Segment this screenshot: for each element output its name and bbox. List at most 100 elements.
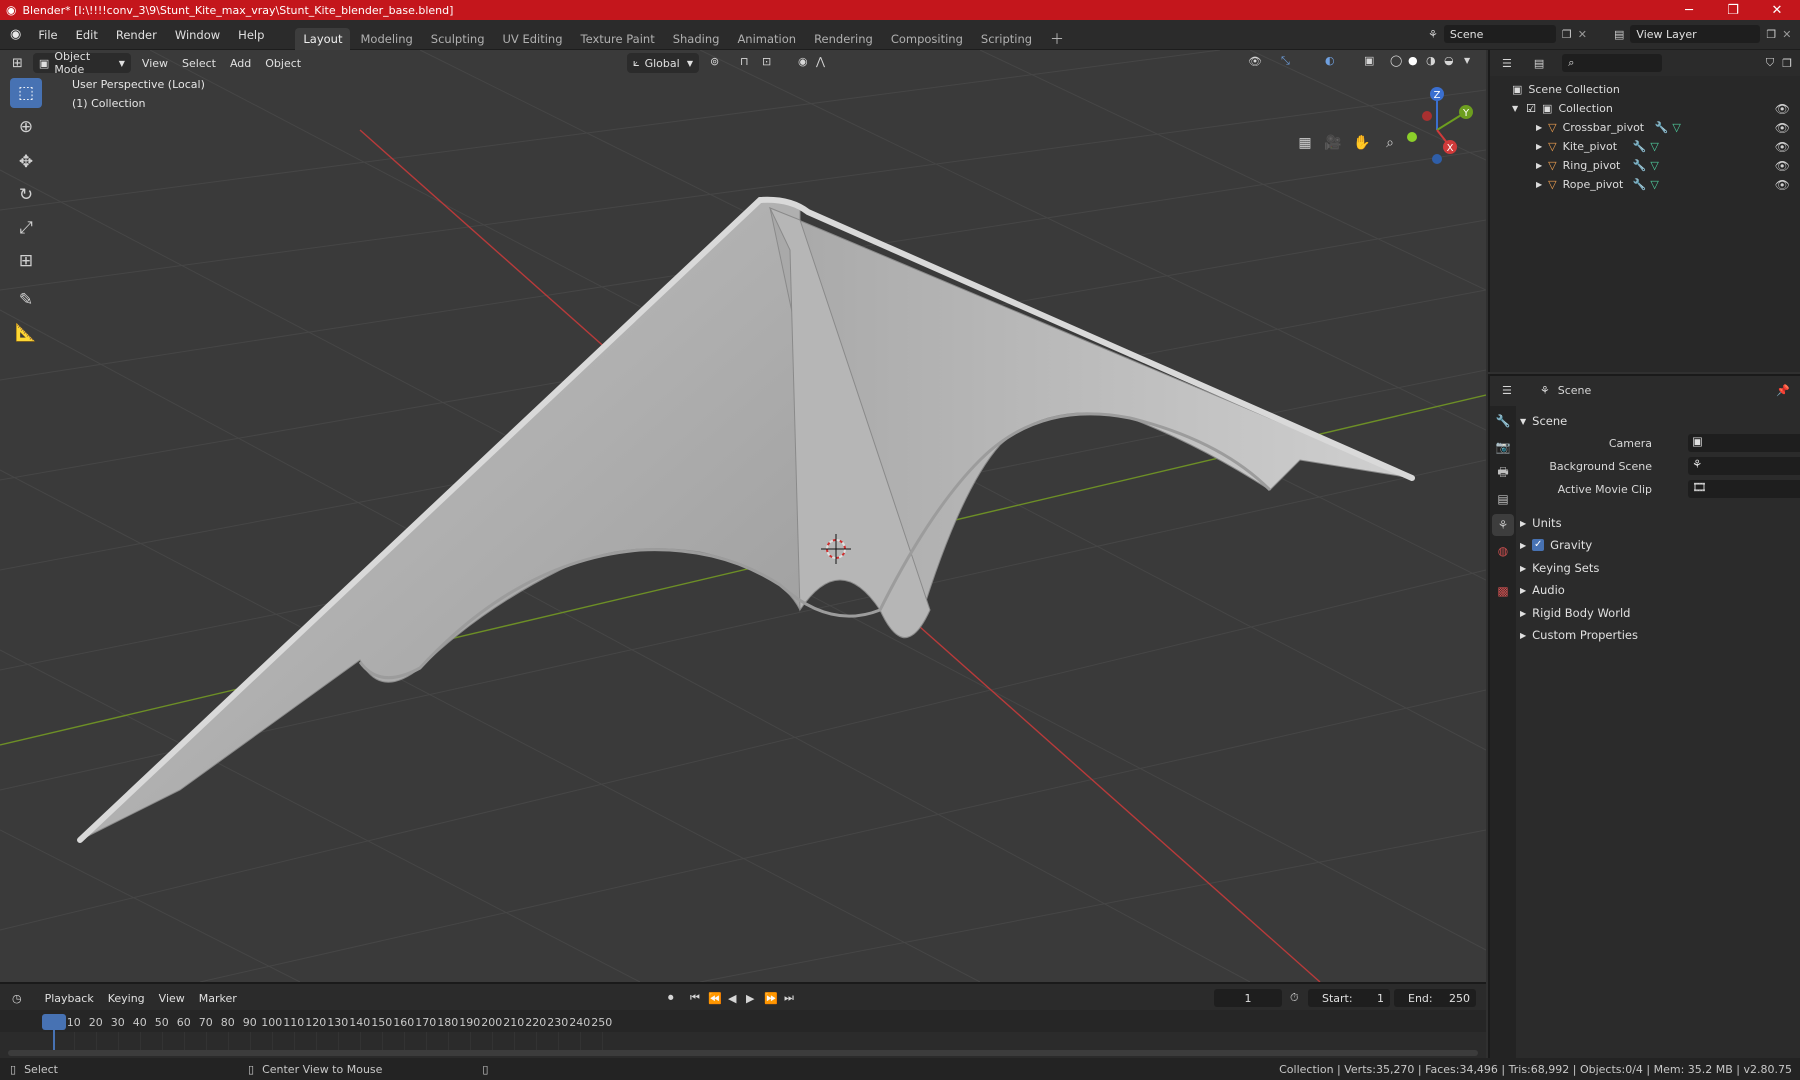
- viewport-menu-select[interactable]: Select: [175, 57, 223, 70]
- expand-icon[interactable]: ▼: [1512, 104, 1518, 113]
- eye-icon[interactable]: 👁: [1775, 121, 1790, 135]
- play-reverse-icon[interactable]: ◀: [728, 992, 736, 1005]
- new-scene-icon[interactable]: ❐: [1562, 28, 1572, 41]
- transform-orientation[interactable]: ⟀ Global ▼: [627, 53, 699, 73]
- record-icon[interactable]: ⏺: [668, 991, 674, 1005]
- audio-panel[interactable]: ▶ Audio: [1520, 579, 1796, 601]
- custom-properties-panel[interactable]: ▶ Custom Properties: [1520, 624, 1796, 646]
- scale-tool-icon[interactable]: ⤢: [10, 213, 42, 243]
- outliner-collection[interactable]: ▼ ☑ ▣ Collection 👁: [1490, 99, 1800, 118]
- play-icon[interactable]: ▶: [746, 992, 754, 1005]
- minimize-icon[interactable]: ─: [1667, 0, 1711, 20]
- outliner-editor-icon[interactable]: ☰: [1502, 57, 1512, 70]
- remove-scene-icon[interactable]: ✕: [1578, 28, 1587, 41]
- proportional-edit-icon[interactable]: ◉: [798, 55, 808, 68]
- blender-menu-icon[interactable]: ◉: [10, 27, 21, 42]
- jump-start-icon[interactable]: ⏮: [690, 991, 700, 1005]
- background-scene-field[interactable]: ⚘: [1688, 457, 1800, 475]
- tab-compositing[interactable]: Compositing: [883, 28, 971, 50]
- pivot-point-icon[interactable]: ⊚: [710, 55, 719, 68]
- checkbox-icon[interactable]: ☑: [1526, 102, 1536, 115]
- keying-sets-panel[interactable]: ▶ Keying Sets: [1520, 557, 1796, 579]
- add-workspace-icon[interactable]: ＋: [1042, 28, 1072, 50]
- outliner-search-input[interactable]: ⌕: [1562, 54, 1663, 72]
- render-tab-icon[interactable]: 📷: [1492, 436, 1514, 458]
- timeline-editor-icon[interactable]: ◷: [12, 992, 22, 1005]
- outliner-item-crossbar[interactable]: ▶ ▽ Crossbar_pivot 🔧 ▽ 👁: [1490, 118, 1800, 137]
- viewport-menu-view[interactable]: View: [135, 57, 175, 70]
- camera-view-icon[interactable]: 🎥: [1320, 130, 1346, 156]
- viewport-scene[interactable]: [0, 50, 1486, 982]
- playhead[interactable]: [42, 1014, 66, 1030]
- timeline-menu-view[interactable]: View: [152, 992, 192, 1005]
- falloff-icon[interactable]: ⋀: [816, 55, 825, 68]
- viewport-menu-object[interactable]: Object: [258, 57, 308, 70]
- output-tab-icon[interactable]: 🖶: [1492, 462, 1514, 484]
- mode-selector[interactable]: ▣ Object Mode ▼: [32, 50, 131, 76]
- rigid-body-world-panel[interactable]: ▶ Rigid Body World: [1520, 602, 1796, 624]
- camera-field[interactable]: ▣ ✎: [1688, 434, 1800, 452]
- world-tab-icon[interactable]: ◍: [1492, 540, 1514, 562]
- units-panel[interactable]: ▶ Units: [1520, 512, 1796, 534]
- rendered-shading-icon[interactable]: ◒: [1444, 54, 1454, 67]
- tab-modeling[interactable]: Modeling: [352, 28, 420, 50]
- properties-editor-icon[interactable]: ☰: [1502, 384, 1512, 397]
- select-box-tool-icon[interactable]: ⬚: [10, 78, 42, 108]
- eye-icon[interactable]: 👁: [1775, 102, 1790, 116]
- tab-sculpting[interactable]: Sculpting: [423, 28, 493, 50]
- outliner-scene-collection[interactable]: ▣ Scene Collection: [1490, 80, 1800, 99]
- expand-icon[interactable]: ▶: [1536, 180, 1542, 189]
- tab-uv-editing[interactable]: UV Editing: [495, 28, 571, 50]
- timeline-scrollbar[interactable]: [8, 1050, 1478, 1056]
- jump-key-back-icon[interactable]: ⏪: [708, 992, 722, 1005]
- gravity-checkbox[interactable]: ✓: [1532, 539, 1545, 551]
- remove-view-layer-icon[interactable]: ✕: [1782, 28, 1791, 41]
- outliner-item-rope[interactable]: ▶ ▽ Rope_pivot 🔧 ▽ 👁: [1490, 175, 1800, 194]
- expand-icon[interactable]: ▶: [1536, 142, 1542, 151]
- snap-target-icon[interactable]: ⊡: [762, 55, 771, 68]
- grid-view-icon[interactable]: ▦: [1292, 130, 1318, 156]
- eye-icon[interactable]: 👁: [1775, 178, 1790, 192]
- 3d-viewport[interactable]: ⊞ ▣ Object Mode ▼ View Select Add Object…: [0, 50, 1486, 982]
- kite-mesh[interactable]: [77, 196, 1415, 843]
- tab-texture-paint[interactable]: Texture Paint: [573, 28, 663, 50]
- texture-tab-icon[interactable]: ▩: [1492, 580, 1514, 602]
- frame-ruler[interactable]: [0, 1010, 1486, 1032]
- restore-icon[interactable]: ❐: [1711, 0, 1755, 20]
- overlay-icon[interactable]: ◐: [1325, 54, 1335, 67]
- snap-icon[interactable]: ⊓: [740, 55, 749, 68]
- stopwatch-icon[interactable]: ⏱: [1290, 991, 1299, 1005]
- wireframe-shading-icon[interactable]: ◯: [1390, 54, 1402, 67]
- tool-tab-icon[interactable]: 🔧: [1492, 410, 1514, 432]
- current-frame-field[interactable]: 1: [1214, 989, 1282, 1007]
- eye-icon[interactable]: 👁: [1775, 140, 1790, 154]
- outliner-item-ring[interactable]: ▶ ▽ Ring_pivot 🔧 ▽ 👁: [1490, 156, 1800, 175]
- tab-animation[interactable]: Animation: [729, 28, 804, 50]
- view-layer-tab-icon[interactable]: ▤: [1492, 488, 1514, 510]
- menu-window[interactable]: Window: [166, 28, 229, 42]
- annotate-tool-icon[interactable]: ✎: [10, 285, 42, 315]
- timeline-menu-marker[interactable]: Marker: [192, 992, 244, 1005]
- eye-icon[interactable]: 👁: [1775, 159, 1790, 173]
- transform-tool-icon[interactable]: ⊞: [10, 246, 42, 276]
- view-layer-icon[interactable]: ▤: [1614, 28, 1624, 41]
- new-view-layer-icon[interactable]: ❐: [1766, 28, 1776, 41]
- tab-layout[interactable]: Layout: [295, 27, 351, 50]
- editor-type-icon[interactable]: ⊞: [12, 56, 23, 71]
- tab-scripting[interactable]: Scripting: [973, 28, 1040, 50]
- pan-view-icon[interactable]: ✋: [1349, 130, 1375, 156]
- new-collection-icon[interactable]: ❐: [1782, 57, 1792, 70]
- menu-render[interactable]: Render: [107, 28, 166, 42]
- close-icon[interactable]: ✕: [1755, 0, 1799, 20]
- visibility-icon[interactable]: 👁: [1248, 55, 1262, 68]
- material-shading-icon[interactable]: ◑: [1426, 54, 1436, 67]
- filter-icon[interactable]: ⛉: [1766, 56, 1774, 70]
- gizmo-icon[interactable]: ⤡: [1281, 54, 1290, 68]
- start-frame-field[interactable]: Start: 1: [1308, 989, 1390, 1007]
- scene-field[interactable]: Scene: [1443, 25, 1556, 43]
- rotate-tool-icon[interactable]: ↻: [10, 180, 42, 210]
- expand-icon[interactable]: ▶: [1536, 123, 1542, 132]
- view-layer-field[interactable]: View Layer: [1630, 25, 1761, 43]
- jump-end-icon[interactable]: ⏭: [784, 991, 794, 1005]
- navigation-gizmo[interactable]: Z Y X: [1394, 82, 1480, 168]
